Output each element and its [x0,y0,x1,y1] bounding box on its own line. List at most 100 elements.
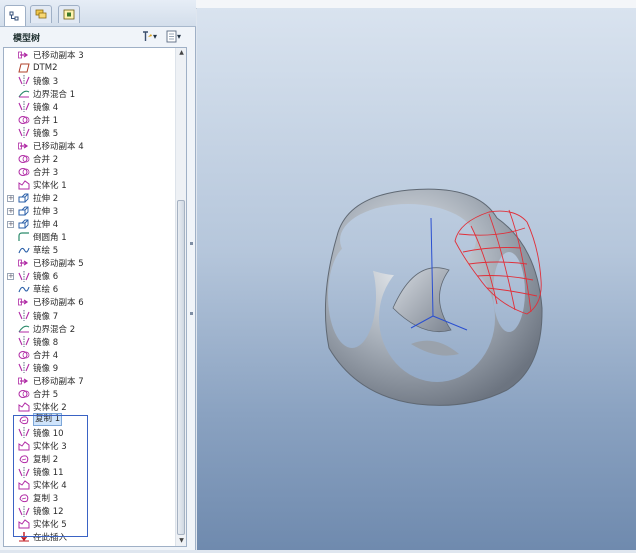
tree-item-label: 镜像 7 [33,311,59,322]
extrude-icon [18,206,30,217]
tree-item[interactable]: 边界混合 1 [4,87,174,100]
tree-item[interactable]: 已移动副本 7 [4,374,174,387]
extrude-icon [18,193,30,204]
solidify-icon [18,401,30,412]
tree-item[interactable]: 实体化 4 [4,479,174,492]
tree-item-label: 在此插入 [33,533,68,544]
tree-item[interactable]: 复制 3 [4,492,174,505]
tree-item-label: 镜像 5 [33,128,59,139]
tree-scrollbar[interactable]: ▲ ▼ [175,48,186,546]
tree-item[interactable]: 镜像 7 [4,309,174,322]
tree-item-label: 复制 1 [33,413,63,427]
expand-toggle[interactable]: + [7,272,14,280]
tree-item-label: 镜像 4 [33,102,59,113]
tree-item-label: 已移动副本 7 [33,376,84,387]
tree-item[interactable]: 合并 1 [4,113,174,126]
scroll-up-arrow[interactable]: ▲ [176,48,186,58]
tree-item[interactable]: + 镜像 6 [4,270,174,283]
tree-item[interactable]: 已移动副本 5 [4,257,174,270]
tree-title: 模型树 [13,33,41,44]
tree-item[interactable]: 合并 3 [4,165,174,178]
tab-model-tree[interactable] [4,5,26,26]
model-tree: 已移动副本 3 DTM2 镜像 3 边界混合 1 镜像 4 合并 1 镜像 5 已移动副本 4… [3,47,187,547]
scroll-thumb[interactable] [177,200,185,535]
tree-item[interactable]: 已移动副本 3 [4,48,174,61]
tree-item[interactable]: 镜像 5 [4,126,174,139]
tree-item[interactable]: 已移动副本 4 [4,139,174,152]
tree-item[interactable]: 草绘 5 [4,244,174,257]
expand-toggle[interactable]: + [7,220,14,228]
tree-item-label: 拉伸 3 [33,207,59,218]
chevron-down-icon: ▾ [177,31,182,41]
tree-item-label: 实体化 4 [33,481,67,492]
navigator-tabbar [0,0,196,27]
tree-item-label: 镜像 10 [33,428,64,439]
tree-item[interactable]: 实体化 1 [4,179,174,192]
tree-item-label: 合并 3 [33,167,59,178]
tree-item[interactable]: 草绘 6 [4,283,174,296]
tree-item[interactable]: 复制 1 [4,413,174,427]
tab-favorites[interactable] [58,5,80,23]
tree-item[interactable]: 复制 2 [4,453,174,466]
mirror-icon [18,270,30,282]
tree-item[interactable]: 已移动副本 6 [4,296,174,309]
tree-settings-icon [143,30,152,41]
move-copy-icon [18,258,30,269]
tree-item[interactable]: + 拉伸 4 [4,218,174,231]
tree-item[interactable]: 合并 4 [4,348,174,361]
tree-item[interactable]: 实体化 5 [4,518,174,531]
tree-item-label: 边界混合 2 [33,324,76,335]
tree-item-label: 合并 5 [33,389,59,400]
chevron-down-icon: ▾ [153,31,158,41]
mirror-icon [18,101,30,113]
copy-icon [18,493,30,504]
tab-layers[interactable] [30,5,52,23]
layers-icon [35,9,46,19]
tree-item[interactable]: 合并 5 [4,387,174,400]
tree-item[interactable]: + 拉伸 2 [4,192,174,205]
copy-icon [18,414,30,425]
tree-item[interactable]: 镜像 11 [4,466,174,479]
tree-item[interactable]: 实体化 2 [4,400,174,413]
tree-item-label: 实体化 5 [33,520,67,531]
tree-item[interactable]: + 拉伸 3 [4,205,174,218]
tree-item[interactable]: 边界混合 2 [4,322,174,335]
expand-toggle[interactable]: + [7,207,14,215]
tree-show-button[interactable]: ▾ [166,28,181,44]
panel-splitter[interactable] [188,47,196,547]
tree-item-label: 边界混合 1 [33,89,76,100]
tree-item[interactable]: 镜像 10 [4,426,174,439]
tree-item-label: 拉伸 2 [33,194,59,205]
merge-icon [18,349,30,360]
splitter-grip [190,312,193,315]
tree-item[interactable]: 镜像 12 [4,505,174,518]
tree-item[interactable]: DTM2 [4,61,174,74]
tree-item-label: 实体化 2 [33,402,67,413]
tree-item[interactable]: 在此插入 [4,531,174,544]
tree-item[interactable]: 合并 2 [4,152,174,165]
tree-settings-button[interactable]: ▾ [141,28,157,44]
tree-item-label: 复制 2 [33,455,59,466]
tree-item-label: 合并 1 [33,115,59,126]
splitter-grip [190,242,193,245]
scroll-down-arrow[interactable]: ▼ [176,536,186,546]
mirror-icon [18,466,30,478]
tree-item[interactable]: 镜像 9 [4,361,174,374]
tree-header: 模型树 ▾ ▾ [3,28,193,46]
tree-item[interactable]: 镜像 8 [4,335,174,348]
tree-item-label: 倒圆角 1 [33,233,67,244]
tree-item[interactable]: 倒圆角 1 [4,231,174,244]
cube-frame-model[interactable] [324,188,543,406]
tree-item-label: 拉伸 4 [33,220,59,231]
tree-item[interactable]: 镜像 3 [4,74,174,87]
tree-item-label: 镜像 9 [33,363,59,374]
tree-item-label: 已移动副本 3 [33,50,84,61]
tree-item-label: 镜像 8 [33,337,59,348]
expand-toggle[interactable]: + [7,194,14,202]
tree-item[interactable]: 镜像 4 [4,100,174,113]
graphics-window[interactable] [197,8,636,550]
tree-item[interactable]: 实体化 3 [4,440,174,453]
solidify-icon [18,519,30,530]
tree-item-label: 已移动副本 5 [33,259,84,270]
solidify-icon [18,180,30,191]
